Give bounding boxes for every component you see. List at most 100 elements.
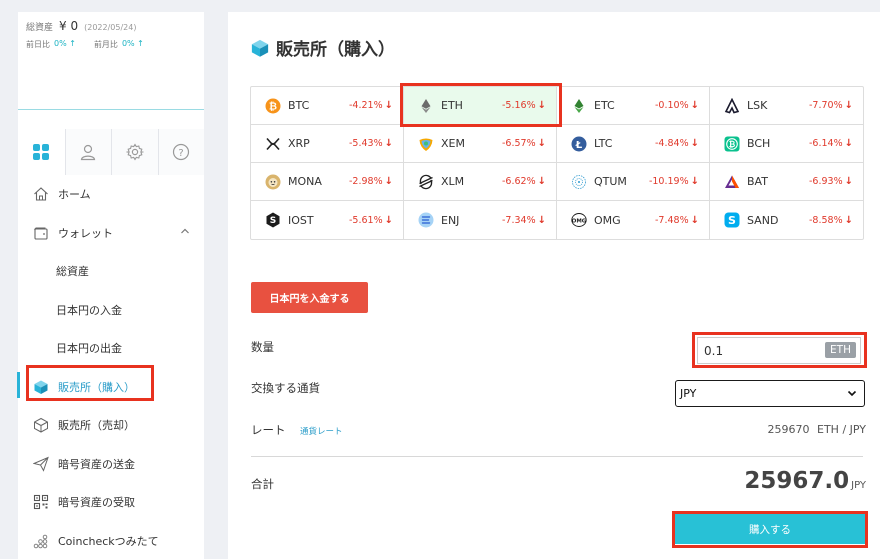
coin-cell-btc[interactable]: ₿ BTC -4.21% ↓ [251, 87, 404, 125]
coin-change: -8.58% [809, 214, 843, 226]
sidebar-item-label: 販売所（購入） [58, 380, 135, 394]
assets-date: (2022/05/24) [84, 23, 137, 32]
arrow-down-icon: ↓ [537, 176, 546, 187]
tab-help[interactable]: ? [157, 129, 204, 175]
coin-cell-ltc[interactable]: Ł LTC -4.84% ↓ [557, 125, 710, 163]
gear-icon [125, 143, 144, 161]
coin-change: -6.62% [502, 176, 536, 187]
coin-cell-xem[interactable]: XEM -6.57% ↓ [404, 125, 557, 163]
bitcoin-icon: ₿ [265, 98, 281, 114]
arrow-down-icon: ↓ [384, 100, 393, 111]
coin-cell-qtum[interactable]: QTUM -10.19% ↓ [557, 163, 710, 201]
coin-symbol: QTUM [594, 175, 627, 188]
buy-button[interactable]: 購入する [675, 514, 865, 544]
daily-change-value: 0% ↑ [54, 39, 76, 48]
cube-icon [251, 39, 269, 57]
coin-cell-xlm[interactable]: XLM -6.62% ↓ [404, 163, 557, 201]
sidebar-item-crypto-send[interactable]: 暗号資産の送金 [18, 445, 204, 484]
coin-change: -5.16% [502, 100, 536, 111]
coin-change: -10.19% [648, 176, 689, 187]
coin-cell-bch[interactable]: ₿ BCH -6.14% ↓ [710, 125, 863, 163]
total-assets-value: ¥ 0 [59, 19, 79, 33]
sidebar-item-wallet[interactable]: ウォレット [18, 214, 204, 253]
sidebar-item-label: 日本円の出金 [56, 342, 122, 356]
chevron-down-icon [847, 390, 857, 397]
rate-label: レート [251, 423, 286, 437]
cube-outline-icon [34, 418, 48, 433]
sidebar-item-jpy-withdraw[interactable]: 日本円の出金 [18, 329, 204, 368]
currency-rate-link[interactable]: 通貨レート [300, 425, 343, 437]
tab-dashboard[interactable] [18, 129, 65, 175]
coin-cell-xrp[interactable]: XRP -5.43% ↓ [251, 125, 404, 163]
arrow-down-icon: ↓ [690, 176, 699, 187]
coin-change: -7.48% [655, 214, 689, 226]
coin-change: -6.93% [809, 176, 843, 187]
litecoin-icon: Ł [571, 136, 587, 152]
ethereum-icon [418, 98, 434, 114]
stellar-icon [418, 174, 434, 190]
sidebar-item-crypto-receive[interactable]: 暗号資産の受取 [18, 483, 204, 522]
help-icon: ? [173, 143, 190, 161]
sidebar-item-label: Coincheckつみたて [58, 534, 159, 548]
total-label: 合計 [251, 477, 274, 491]
coin-change: -2.98% [349, 176, 383, 187]
coin-symbol: ENJ [441, 213, 460, 227]
coin-change: -6.14% [809, 138, 843, 149]
iost-icon: S [265, 212, 281, 228]
coin-cell-mona[interactable]: MONA -2.98% ↓ [251, 163, 404, 201]
coin-symbol: BAT [747, 175, 768, 188]
sidebar-item-tsumitate[interactable]: Coincheckつみたて [18, 522, 204, 559]
sidebar-nav: ホーム ウォレット 総資産 日本円の入金 日本円の出金 販売所（購入） 販売所（… [18, 175, 204, 559]
coin-symbol: BCH [747, 137, 771, 150]
coin-cell-lsk[interactable]: LSK -7.70% ↓ [710, 87, 863, 125]
chevron-up-icon[interactable] [180, 226, 190, 236]
coin-grid: ₿ BTC -4.21% ↓ ETH -5.16% ↓ ETC -0.10% ↓ LSK -7.70%… [250, 86, 864, 240]
nem-icon [418, 136, 434, 152]
sidebar-item-label: ウォレット [58, 226, 113, 240]
coin-symbol: XEM [441, 137, 465, 150]
sidebar-item-total-assets[interactable]: 総資産 [18, 252, 204, 291]
sidebar-item-home[interactable]: ホーム [18, 175, 204, 214]
currency-selected-value: JPY [680, 387, 697, 400]
svg-text:OMG: OMG [572, 218, 587, 224]
coin-cell-enj[interactable]: ENJ -7.34% ↓ [404, 201, 557, 239]
coin-cell-etc[interactable]: ETC -0.10% ↓ [557, 87, 710, 125]
coin-cell-eth[interactable]: ETH -5.16% ↓ [404, 87, 557, 125]
home-icon [34, 187, 48, 201]
paper-plane-icon [33, 456, 49, 472]
coin-symbol: ETC [594, 99, 615, 112]
coin-cell-omg[interactable]: OMG OMG -7.48% ↓ [557, 201, 710, 239]
coin-symbol: LTC [594, 137, 613, 150]
currency-select[interactable]: JPY [675, 380, 865, 407]
sidebar-item-exchange-sell[interactable]: 販売所（売却） [18, 406, 204, 445]
qr-code-icon [33, 495, 49, 510]
dashboard-icon [33, 144, 50, 160]
coin-symbol: ETH [441, 99, 463, 112]
page-header: 販売所（購入） [250, 35, 395, 60]
total-assets-label: 総資産 [26, 23, 54, 33]
sidebar-item-jpy-deposit[interactable]: 日本円の入金 [18, 291, 204, 330]
quantity-input[interactable]: 0.1 ETH [697, 337, 861, 364]
coin-change: -7.34% [502, 214, 536, 226]
sidebar-item-label: 暗号資産の送金 [58, 457, 135, 471]
arrow-down-icon: ↓ [844, 176, 853, 187]
sidebar-item-exchange-buy[interactable]: 販売所（購入） [18, 368, 204, 407]
total-amount: 25967.0 JPY [744, 468, 866, 494]
coin-cell-bat[interactable]: BAT -6.93% ↓ [710, 163, 863, 201]
coin-symbol: XLM [441, 175, 465, 188]
sidebar-tabs: ? [18, 129, 204, 175]
tab-settings[interactable] [111, 129, 158, 175]
monacoin-icon [265, 174, 281, 190]
coin-change: -5.43% [349, 138, 383, 149]
coin-change: -0.10% [655, 100, 689, 111]
coin-change: -7.70% [809, 100, 843, 111]
tab-account[interactable] [64, 129, 111, 175]
xrp-icon [265, 136, 281, 152]
coin-cell-sand[interactable]: S SAND -8.58% ↓ [710, 201, 863, 239]
jpy-deposit-button[interactable]: 日本円を入金する [251, 282, 368, 313]
coin-change: -4.84% [655, 138, 689, 149]
arrow-down-icon: ↓ [690, 138, 699, 149]
arrow-down-icon: ↓ [690, 100, 699, 111]
coin-cell-iost[interactable]: S IOST -5.61% ↓ [251, 201, 404, 239]
rate-number: 259670 [767, 423, 810, 436]
